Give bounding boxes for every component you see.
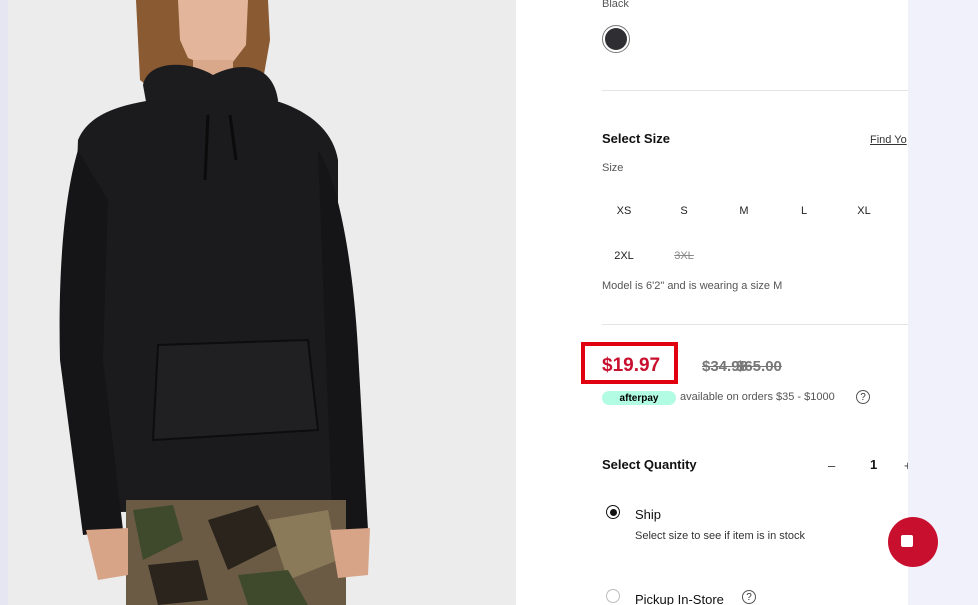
- page-background: [908, 0, 978, 605]
- afterpay-help-icon[interactable]: ?: [856, 390, 870, 404]
- select-quantity-heading: Select Quantity: [602, 457, 697, 472]
- ship-radio[interactable]: [606, 505, 620, 519]
- size-option-xl[interactable]: XL: [842, 200, 886, 222]
- divider: [602, 324, 908, 325]
- afterpay-badge: afterpay: [602, 391, 676, 405]
- list-price: $65.00: [736, 358, 782, 375]
- afterpay-info: available on orders $35 - $1000: [680, 391, 835, 403]
- pickup-radio[interactable]: [606, 589, 620, 603]
- quantity-value: 1: [870, 457, 878, 472]
- afterpay-logo-text: afterpay: [619, 392, 659, 404]
- chat-icon[interactable]: [888, 517, 938, 567]
- size-option-2xl[interactable]: 2XL: [602, 245, 646, 267]
- find-your-size-link[interactable]: Find Yo: [870, 134, 907, 146]
- pickup-help-icon[interactable]: ?: [742, 590, 756, 604]
- model-size-note: Model is 6'2" and is wearing a size M: [602, 280, 783, 292]
- select-size-heading: Select Size: [602, 131, 670, 146]
- size-option-xs[interactable]: XS: [602, 200, 646, 222]
- product-image[interactable]: [8, 0, 516, 605]
- pickup-option-label: Pickup In-Store: [635, 592, 724, 605]
- quantity-decrease-button[interactable]: –: [828, 458, 835, 473]
- ship-option-label: Ship: [635, 507, 662, 522]
- size-option-m[interactable]: M: [722, 200, 766, 222]
- color-swatch-black[interactable]: [602, 25, 630, 53]
- ship-option-subtext: Select size to see if item is in stock: [635, 530, 805, 542]
- size-label: Size: [602, 162, 624, 174]
- divider: [602, 90, 908, 91]
- color-name: Black: [602, 0, 629, 10]
- size-option-l[interactable]: L: [782, 200, 826, 222]
- product-details-panel: Black Select Size Find Yo Size XS S M L …: [516, 0, 908, 605]
- sale-price: $19.97: [602, 355, 661, 376]
- left-edge: [0, 0, 8, 605]
- size-option-3xl[interactable]: 3XL: [662, 245, 706, 267]
- hoodie-model-photo: [8, 0, 516, 605]
- size-option-s[interactable]: S: [662, 200, 706, 222]
